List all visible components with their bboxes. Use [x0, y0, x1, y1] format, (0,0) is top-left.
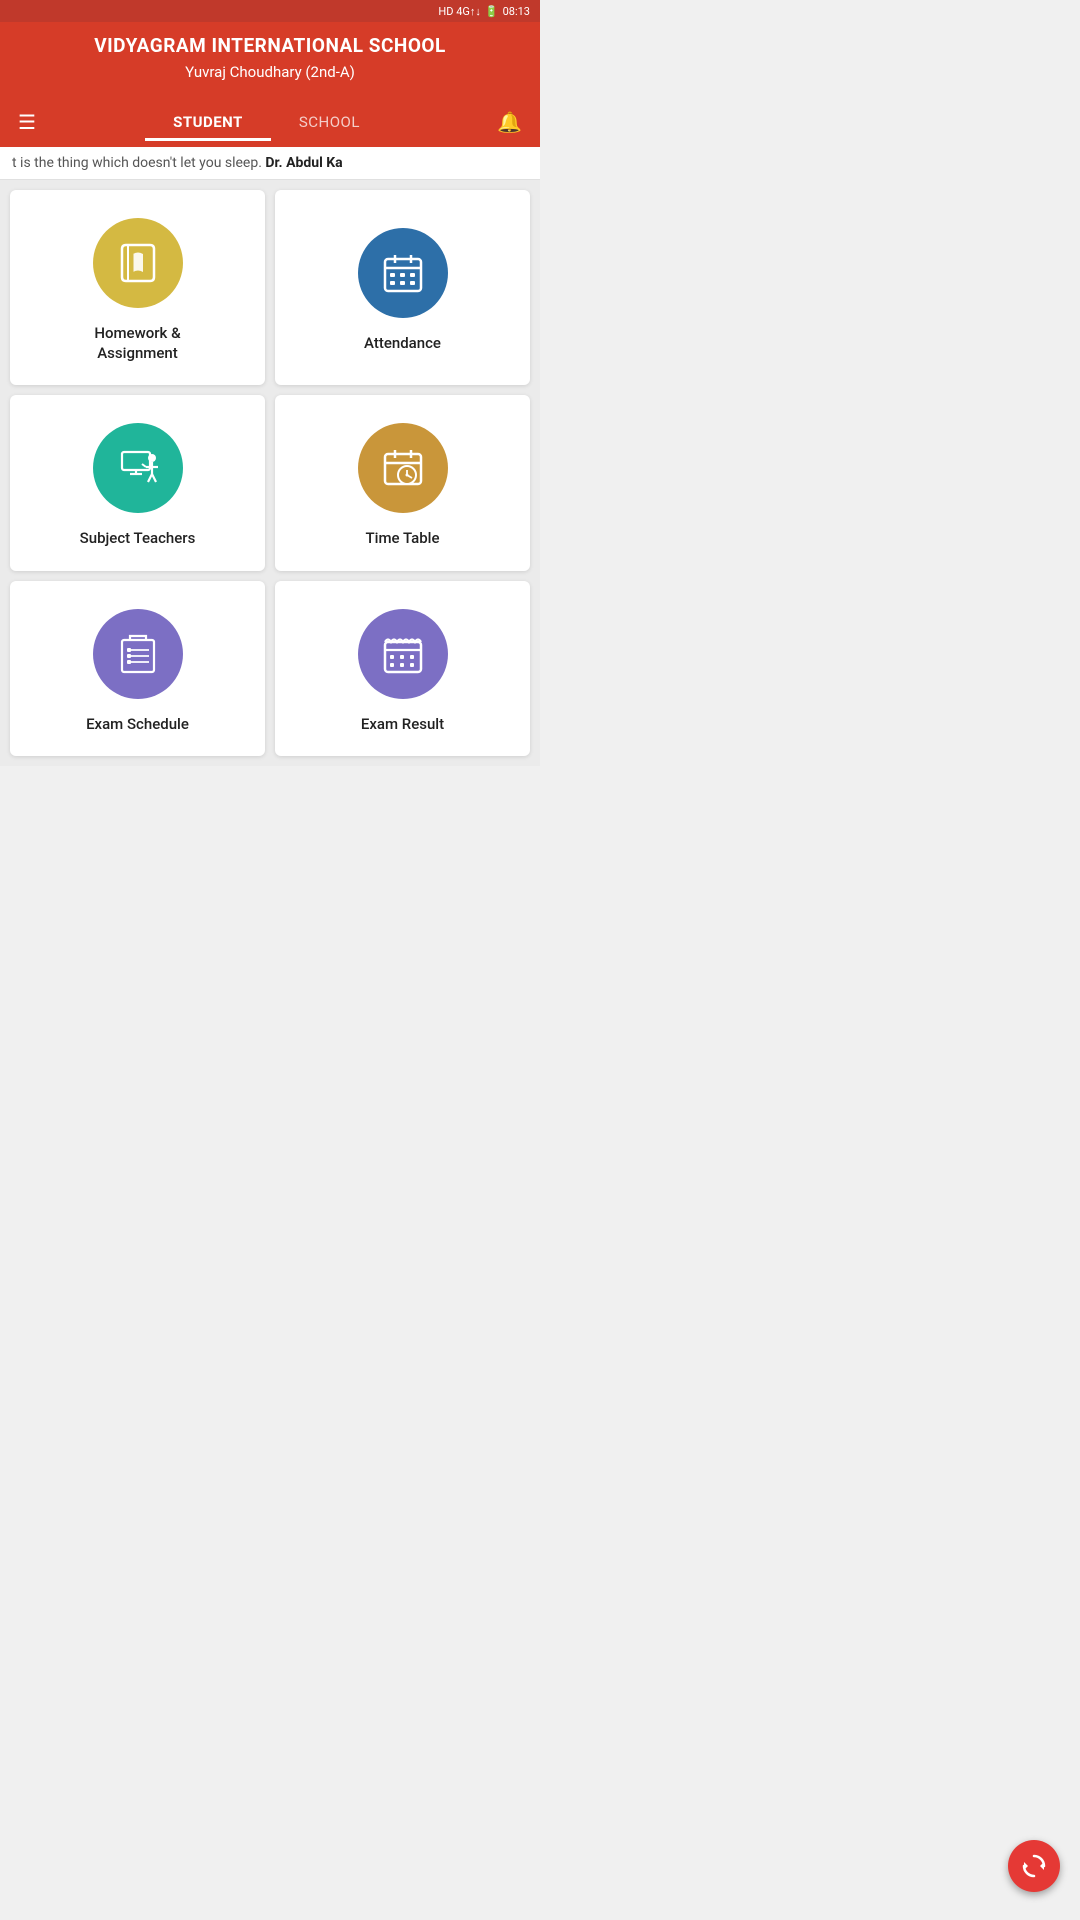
timetable-label: Time Table: [366, 529, 440, 549]
refresh-icon: [1020, 1852, 1048, 1880]
exam-schedule-label: Exam Schedule: [86, 715, 189, 735]
app-header: VIDYAGRAM INTERNATIONAL SCHOOL Yuvraj Ch…: [0, 22, 540, 97]
fab-refresh-button[interactable]: [1008, 1840, 1060, 1892]
tab-school[interactable]: SCHOOL: [271, 103, 388, 141]
homework-label: Homework &Assignment: [94, 324, 180, 363]
hamburger-menu-icon[interactable]: ☰: [10, 102, 44, 142]
attendance-icon-circle: [358, 228, 448, 318]
attendance-label: Attendance: [364, 334, 441, 354]
marquee-text: t is the thing which doesn't let you sle…: [12, 155, 265, 171]
timetable-icon: [379, 444, 427, 492]
exam-result-icon: [379, 630, 427, 678]
marquee-banner: t is the thing which doesn't let you sle…: [0, 147, 540, 180]
calendar-icon: [379, 249, 427, 297]
marquee-highlight: Dr. Abdul Ka: [265, 155, 342, 171]
tab-bar: ☰ STUDENT SCHOOL 🔔: [0, 97, 540, 147]
school-name: VIDYAGRAM INTERNATIONAL SCHOOL: [16, 34, 524, 57]
student-name: Yuvraj Choudhary (2nd-A): [16, 63, 524, 81]
card-exam-schedule[interactable]: Exam Schedule: [10, 581, 265, 757]
card-subject-teachers[interactable]: Subject Teachers: [10, 395, 265, 571]
card-timetable[interactable]: Time Table: [275, 395, 530, 571]
timetable-icon-circle: [358, 423, 448, 513]
tab-student[interactable]: STUDENT: [145, 103, 271, 141]
card-homework[interactable]: Homework &Assignment: [10, 190, 265, 385]
menu-grid: Homework &Assignment Attendance: [0, 180, 540, 766]
battery-icon: 🔋: [485, 5, 499, 18]
teacher-icon: [114, 444, 162, 492]
tabs-container: STUDENT SCHOOL: [44, 103, 489, 141]
exam-schedule-icon-circle: [93, 609, 183, 699]
homework-icon-circle: [93, 218, 183, 308]
network-icon: HD 4G↑↓: [438, 5, 480, 18]
status-bar: HD 4G↑↓ 🔋 08:13: [0, 0, 540, 22]
book-icon: [114, 239, 162, 287]
subject-teachers-icon-circle: [93, 423, 183, 513]
exam-result-icon-circle: [358, 609, 448, 699]
card-exam-result[interactable]: Exam Result: [275, 581, 530, 757]
time-display: 08:13: [503, 5, 530, 18]
exam-result-label: Exam Result: [361, 715, 444, 735]
card-attendance[interactable]: Attendance: [275, 190, 530, 385]
exam-schedule-icon: [114, 630, 162, 678]
notification-bell-icon[interactable]: 🔔: [489, 102, 530, 142]
subject-teachers-label: Subject Teachers: [80, 529, 196, 549]
